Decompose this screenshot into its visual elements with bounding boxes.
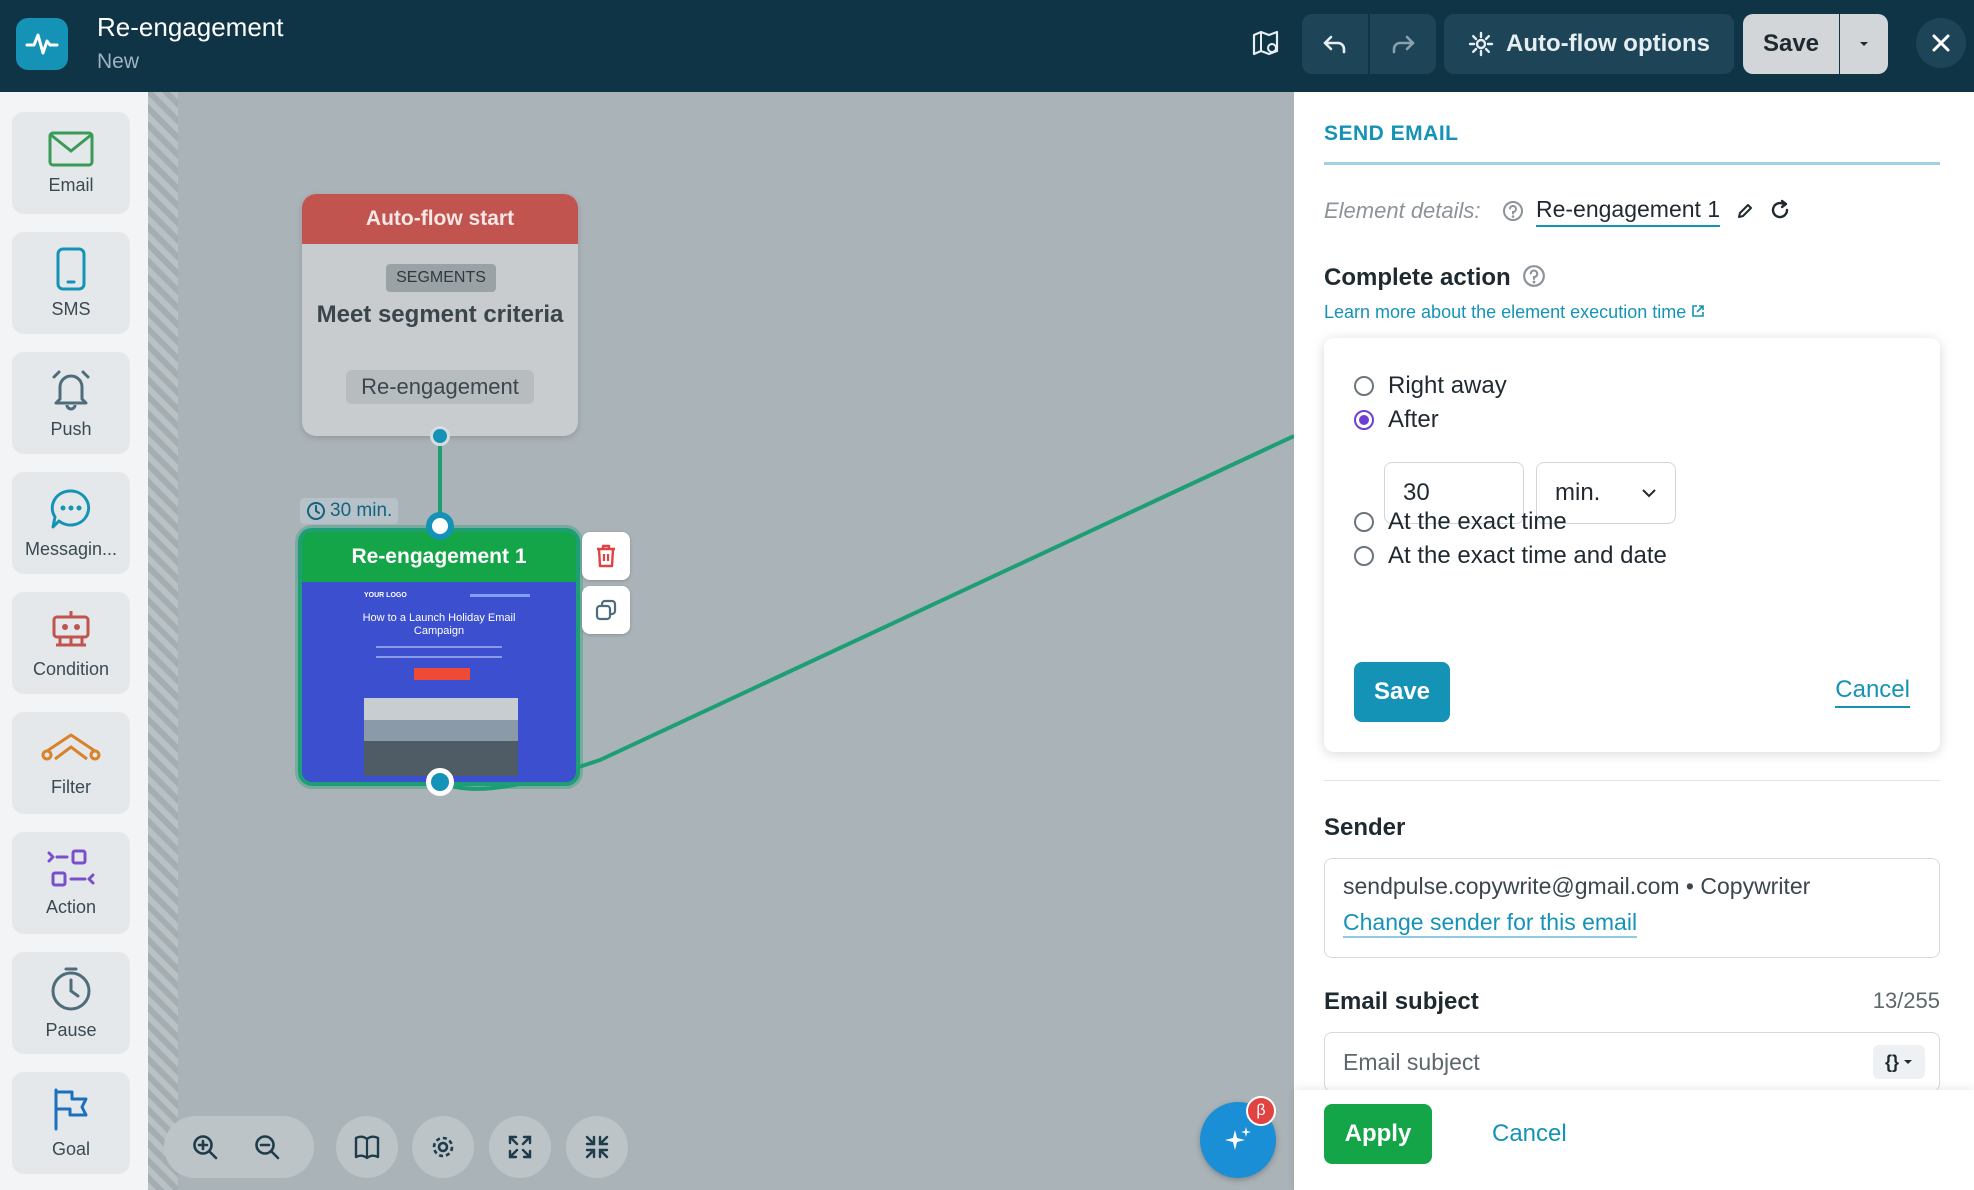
divider (1324, 780, 1940, 781)
collapse-icon (585, 1135, 609, 1159)
apply-button[interactable]: Apply (1324, 1104, 1432, 1164)
beta-badge: β (1246, 1096, 1276, 1126)
guide-button[interactable] (336, 1116, 398, 1178)
delete-node-button[interactable] (582, 532, 630, 580)
subject-char-count: 13/255 (1872, 988, 1940, 1013)
start-node-title: Meet segment criteria (316, 301, 564, 328)
option-label: At the exact time and date (1388, 542, 1667, 569)
preview-photo (364, 698, 518, 776)
zoom-controls (164, 1116, 314, 1178)
option-label: At the exact time (1388, 508, 1567, 535)
collapse-button[interactable] (566, 1116, 628, 1178)
delay-badge-text: 30 min. (330, 500, 393, 521)
clock-icon (307, 502, 325, 520)
auto-flow-start-node[interactable]: Auto-flow start SEGMENTS Meet segment cr… (302, 194, 578, 436)
refresh-icon (1771, 199, 1789, 219)
action-save-button[interactable]: Save (1354, 662, 1450, 722)
preview-body-text (376, 646, 502, 658)
save-dropdown-button[interactable] (1840, 14, 1888, 74)
expand-icon (508, 1135, 532, 1159)
expand-button[interactable] (489, 1116, 551, 1178)
email-subject-input[interactable]: Email subject {} (1324, 1032, 1940, 1092)
option-label: Right away (1388, 372, 1507, 399)
preview-cta-button (414, 668, 470, 680)
element-name[interactable]: Re-engagement 1 (1536, 196, 1721, 227)
segments-badge: SEGMENTS (386, 264, 496, 292)
learn-more-link[interactable]: Learn more about the element execution t… (1324, 302, 1705, 323)
caret-down-icon (1860, 42, 1868, 46)
panel-footer: Apply Cancel (1294, 1090, 1974, 1190)
radio-button[interactable] (1354, 376, 1374, 396)
pencil-icon (1738, 204, 1752, 218)
gear-icon (1468, 31, 1494, 57)
sender-box: sendpulse.copywrite@gmail.com • Copywrit… (1324, 858, 1940, 958)
panel-title: SEND EMAIL (1324, 122, 1459, 145)
start-node-output-port[interactable] (430, 426, 450, 446)
close-icon (1932, 34, 1950, 52)
complete-action-card: Right away After 30 min. At the exact ti… (1324, 338, 1940, 752)
email-node[interactable]: Re-engagement 1 YOUR LOGO How to a Launc… (298, 528, 580, 786)
email-subject-title: Email subject (1324, 988, 1479, 1015)
zoom-in-icon (193, 1135, 218, 1160)
start-node-header: Auto-flow start (302, 194, 578, 244)
help-icon[interactable] (1502, 200, 1524, 227)
option-exact-time[interactable]: At the exact time (1354, 508, 1567, 536)
radio-button[interactable] (1354, 512, 1374, 532)
save-button[interactable]: Save (1743, 14, 1839, 74)
zoom-out-button[interactable] (236, 1116, 298, 1178)
segment-name: Re-engagement (346, 370, 534, 404)
trash-icon (597, 544, 615, 568)
edit-name-button[interactable] (1736, 202, 1754, 225)
insert-variable-button[interactable]: {} (1873, 1045, 1925, 1079)
duplicate-node-button[interactable] (582, 586, 630, 634)
redo-button[interactable] (1370, 14, 1436, 74)
copy-icon (595, 599, 617, 621)
complete-action-title: Complete action (1324, 264, 1511, 291)
external-link-icon (1692, 305, 1705, 317)
caret-down-icon (1904, 1060, 1912, 1064)
gear-icon (432, 1136, 454, 1158)
book-icon (354, 1135, 380, 1160)
braces-icon: {} (1884, 1051, 1899, 1072)
learn-more-text: Learn more about the element execution t… (1324, 302, 1687, 322)
help-icon[interactable] (1522, 264, 1546, 293)
zoom-out-icon (255, 1135, 280, 1160)
undo-icon (1323, 35, 1346, 54)
delay-unit-value: min. (1555, 479, 1601, 506)
auto-flow-options-button[interactable]: Auto-flow options (1444, 14, 1734, 74)
cancel-button[interactable]: Cancel (1492, 1120, 1567, 1148)
radio-button[interactable] (1354, 546, 1374, 566)
close-button[interactable] (1916, 18, 1966, 68)
preview-logo: YOUR LOGO (364, 592, 407, 599)
redo-icon (1392, 35, 1415, 54)
option-after[interactable]: After (1354, 406, 1439, 434)
canvas-settings-button[interactable] (412, 1116, 474, 1178)
email-preview: YOUR LOGO How to a Launch Holiday Email … (302, 582, 576, 782)
zoom-in-button[interactable] (174, 1116, 236, 1178)
delay-badge: 30 min. (300, 498, 399, 524)
change-sender-link[interactable]: Change sender for this email (1343, 909, 1638, 938)
panel-title-underline (1324, 162, 1940, 165)
email-node-output-port[interactable] (426, 768, 454, 796)
option-label: After (1388, 406, 1439, 433)
undo-button[interactable] (1302, 14, 1368, 74)
sender-title: Sender (1324, 814, 1406, 841)
send-email-panel: SEND EMAIL Element details: Re-engagemen… (1294, 92, 1974, 1190)
flow-connections (438, 434, 1294, 792)
refresh-name-button[interactable] (1768, 198, 1792, 227)
chevron-down-icon (1642, 489, 1656, 498)
sender-value: sendpulse.copywrite@gmail.com • Copywrit… (1343, 873, 1811, 899)
element-details-label: Element details: (1324, 198, 1481, 223)
radio-button-selected[interactable] (1354, 410, 1374, 430)
sparkle-icon (1225, 1127, 1251, 1150)
subject-placeholder: Email subject (1343, 1048, 1480, 1075)
options-label: Auto-flow options (1506, 30, 1710, 57)
option-right-away[interactable]: Right away (1354, 372, 1507, 400)
preview-header-line (470, 594, 530, 597)
preview-title: How to a Launch Holiday Email Campaign (362, 612, 516, 637)
option-exact-time-date[interactable]: At the exact time and date (1354, 542, 1667, 570)
action-cancel-button[interactable]: Cancel (1835, 676, 1910, 708)
email-node-input-port[interactable] (426, 512, 454, 540)
